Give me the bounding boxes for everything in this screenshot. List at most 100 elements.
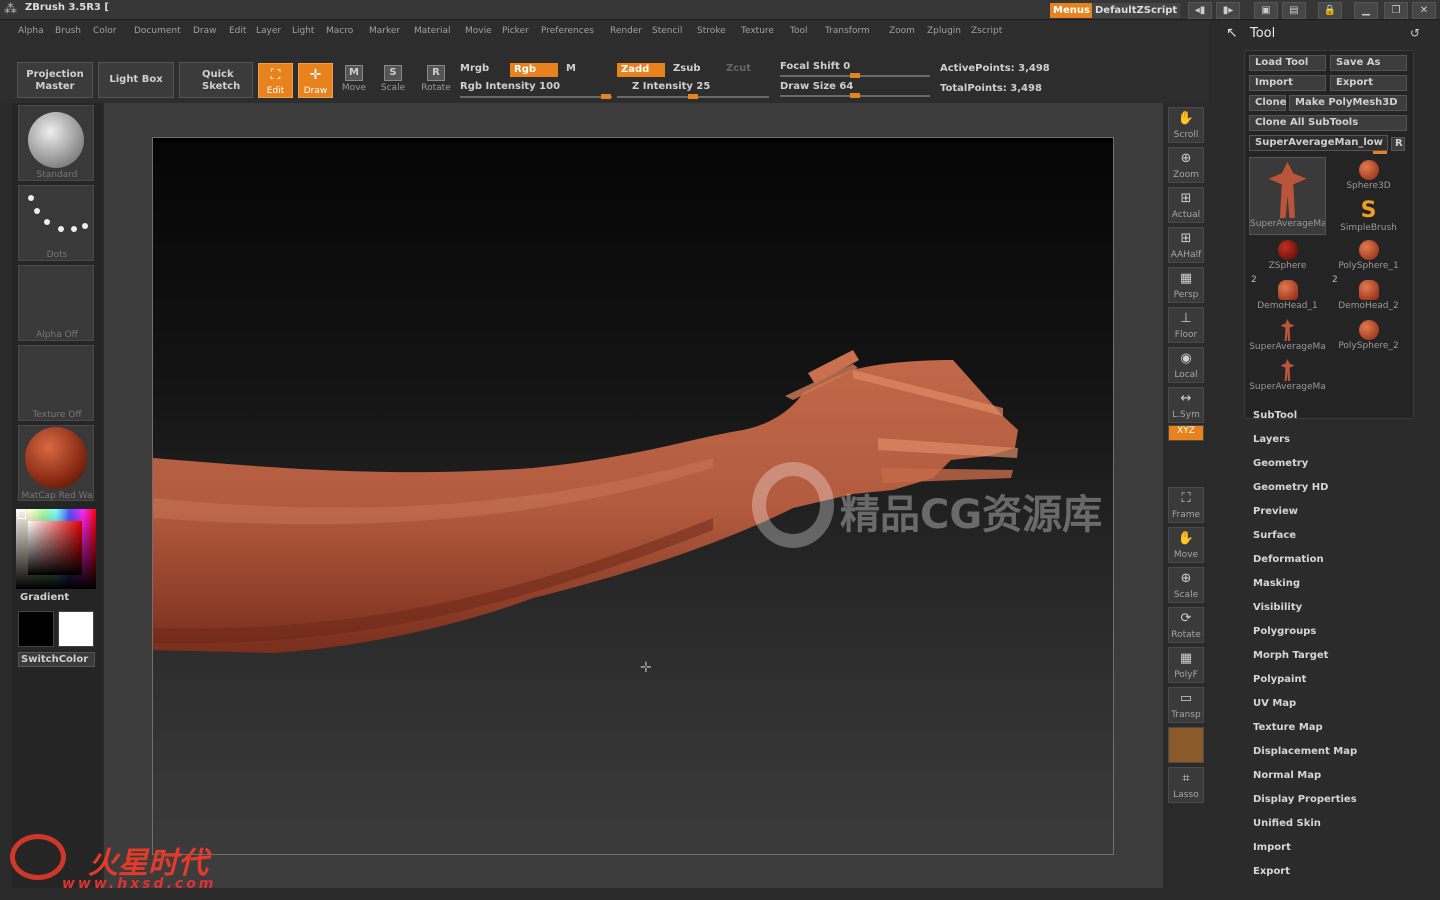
tool-thumb[interactable]: SuperAverageMa: [1249, 317, 1326, 355]
current-tool-name[interactable]: SuperAverageMan_low: [1249, 135, 1388, 151]
save-as-button[interactable]: Save As: [1330, 55, 1407, 71]
zsub-button[interactable]: Zsub: [673, 63, 700, 74]
tool-thumb[interactable]: SuperAverageMa: [1249, 157, 1326, 235]
light-box-button[interactable]: Light Box: [98, 62, 174, 98]
color-picker-square[interactable]: [28, 521, 82, 575]
menu-picker[interactable]: Picker: [502, 26, 529, 36]
menu-material[interactable]: Material: [414, 26, 451, 36]
tool-thumb[interactable]: Sphere3D: [1330, 157, 1407, 195]
section-texture-map[interactable]: Texture Map: [1253, 722, 1323, 733]
texture-selector[interactable]: Texture Off: [18, 345, 94, 421]
tool-actual-button[interactable]: ⊞ Actual: [1168, 187, 1204, 223]
tool-thumb[interactable]: S SimpleBrush: [1330, 197, 1407, 235]
quick-sketch-button[interactable]: Quick Sketch: [179, 62, 253, 98]
section-display-properties[interactable]: Display Properties: [1253, 794, 1357, 805]
mrgb-button[interactable]: Mrgb: [460, 63, 489, 74]
section-subtool[interactable]: SubTool: [1253, 410, 1297, 421]
menu-movie[interactable]: Movie: [465, 26, 492, 36]
menu-macro[interactable]: Macro: [326, 26, 353, 36]
menu-preferences[interactable]: Preferences: [541, 26, 594, 36]
section-morph-target[interactable]: Morph Target: [1253, 650, 1328, 661]
current-tool-slider[interactable]: [1373, 151, 1387, 154]
menu-zscript[interactable]: Zscript: [971, 26, 1002, 36]
tool-xyz-button[interactable]: XYZ: [1168, 425, 1204, 441]
zcut-button[interactable]: Zcut: [726, 63, 751, 74]
color-picker[interactable]: [16, 509, 96, 589]
load-tool-button[interactable]: Load Tool: [1249, 55, 1326, 71]
section-polygroups[interactable]: Polygroups: [1253, 626, 1316, 637]
section-layers[interactable]: Layers: [1253, 434, 1290, 445]
stroke-selector[interactable]: Dots: [18, 185, 94, 261]
menu-stroke[interactable]: Stroke: [697, 26, 726, 36]
zadd-button[interactable]: Zadd: [617, 63, 665, 77]
scale-button[interactable]: S Scale: [376, 63, 410, 97]
menu-brush[interactable]: Brush: [55, 26, 81, 36]
brush-selector[interactable]: Standard: [18, 105, 94, 181]
menu-tool[interactable]: Tool: [790, 26, 807, 36]
close-icon[interactable]: ✕: [1412, 2, 1436, 19]
rgb-intensity-slider[interactable]: [460, 94, 612, 99]
rgb-button[interactable]: Rgb: [510, 63, 558, 77]
menu-light[interactable]: Light: [292, 26, 314, 36]
menu-texture[interactable]: Texture: [741, 26, 774, 36]
section-uv-map[interactable]: UV Map: [1253, 698, 1296, 709]
gradient-button[interactable]: Gradient: [20, 592, 69, 603]
tool-move-button[interactable]: ✋ Move: [1168, 527, 1204, 563]
r-button[interactable]: R: [1391, 137, 1405, 151]
default-zscript-button[interactable]: DefaultZScript: [1092, 3, 1181, 18]
tool-local-button[interactable]: ◉ Local: [1168, 347, 1204, 383]
tool-lsym-button[interactable]: ↔ L.Sym: [1168, 387, 1204, 423]
tool-color-swatch[interactable]: [1168, 727, 1204, 763]
menu-document[interactable]: Document: [134, 26, 181, 36]
tool-transp-button[interactable]: ▭ Transp: [1168, 687, 1204, 723]
layout-next-icon[interactable]: ▮▸: [1216, 2, 1240, 19]
alpha-selector[interactable]: Alpha Off: [18, 265, 94, 341]
import-button[interactable]: Import: [1249, 75, 1326, 91]
ui-layout2-icon[interactable]: ▤: [1282, 2, 1306, 19]
section-polypaint[interactable]: Polypaint: [1253, 674, 1306, 685]
secondary-color-swatch[interactable]: [58, 611, 94, 647]
draw-size-slider[interactable]: [780, 93, 930, 98]
section-export[interactable]: Export: [1253, 866, 1290, 877]
tool-thumb[interactable]: 2 DemoHead_1: [1249, 275, 1326, 315]
tool-thumb[interactable]: SuperAverageMa: [1249, 357, 1326, 395]
tool-rotate-button[interactable]: ⟳ Rotate: [1168, 607, 1204, 643]
clone-all-subtools-button[interactable]: Clone All SubTools: [1249, 115, 1407, 131]
lock-icon[interactable]: 🔒: [1318, 2, 1342, 19]
menu-render[interactable]: Render: [610, 26, 642, 36]
z-intensity-slider[interactable]: [617, 94, 769, 99]
draw-button[interactable]: ✛ Draw: [298, 63, 333, 98]
menu-color[interactable]: Color: [93, 26, 117, 36]
menu-edit[interactable]: Edit: [229, 26, 246, 36]
switch-color-button[interactable]: SwitchColor: [18, 652, 95, 667]
tool-scroll-button[interactable]: ✋ Scroll: [1168, 107, 1204, 143]
menu-zoom[interactable]: Zoom: [889, 26, 915, 36]
tool-lasso-button[interactable]: ⌗ Lasso: [1168, 767, 1204, 803]
tool-polyf-button[interactable]: ▦ PolyF: [1168, 647, 1204, 683]
section-visibility[interactable]: Visibility: [1253, 602, 1302, 613]
palette-pin-icon[interactable]: ↖: [1226, 25, 1238, 41]
tool-frame-button[interactable]: ⛶ Frame: [1168, 487, 1204, 523]
edit-button[interactable]: ⛶ Edit: [258, 63, 293, 98]
section-preview[interactable]: Preview: [1253, 506, 1298, 517]
section-geometry-hd[interactable]: Geometry HD: [1253, 482, 1328, 493]
menu-alpha[interactable]: Alpha: [18, 26, 44, 36]
tool-thumb[interactable]: PolySphere_2: [1330, 317, 1407, 355]
ui-layout-icon[interactable]: ▣: [1254, 2, 1278, 19]
tool-thumb[interactable]: PolySphere_1: [1330, 237, 1407, 275]
make-polymesh3d-button[interactable]: Make PolyMesh3D: [1289, 95, 1407, 111]
rotate-button[interactable]: R Rotate: [419, 63, 453, 97]
tool-thumb[interactable]: 2 DemoHead_2: [1330, 275, 1407, 315]
menu-stencil[interactable]: Stencil: [652, 26, 682, 36]
menu-zplugin[interactable]: Zplugin: [927, 26, 961, 36]
menu-marker[interactable]: Marker: [369, 26, 400, 36]
menus-button[interactable]: Menus: [1050, 3, 1093, 18]
section-displacement-map[interactable]: Displacement Map: [1253, 746, 1357, 757]
section-surface[interactable]: Surface: [1253, 530, 1296, 541]
tool-floor-button[interactable]: ⊥ Floor: [1168, 307, 1204, 343]
minimize-icon[interactable]: ▁: [1354, 2, 1378, 19]
tool-scale-button[interactable]: ⊕ Scale: [1168, 567, 1204, 603]
layout-prev-icon[interactable]: ◂▮: [1188, 2, 1212, 19]
tool-aahalf-button[interactable]: ⊞ AAHalf: [1168, 227, 1204, 263]
tool-persp-button[interactable]: ▦ Persp: [1168, 267, 1204, 303]
